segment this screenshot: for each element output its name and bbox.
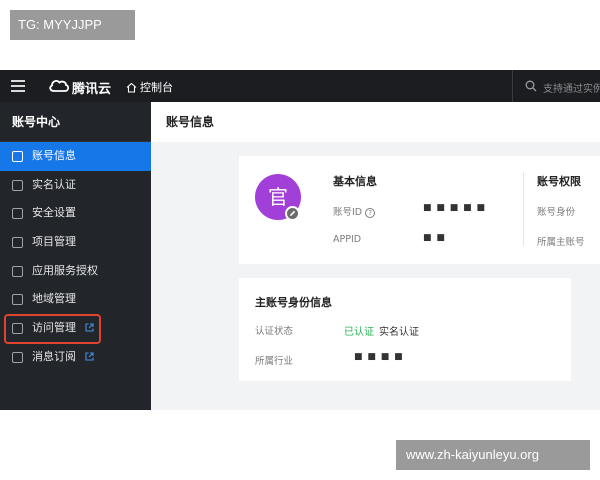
edit-avatar-icon[interactable] <box>285 206 300 221</box>
auth-status-badge: 已认证 <box>344 327 374 338</box>
sidebar-item-regions[interactable]: 地域管理 <box>0 285 151 314</box>
tencent-cloud-logo-icon[interactable] <box>48 76 70 96</box>
console-app: 腾讯云 控制台 支持通过实例 账号中心 账号信息 实名认证 安全设置 项目管理 … <box>0 70 600 410</box>
global-search[interactable]: 支持通过实例 <box>512 70 600 102</box>
sidebar-item-label: 安全设置 <box>32 206 76 220</box>
identity-info-title: 主账号身份信息 <box>255 296 332 309</box>
sidebar-item-message-subscription[interactable]: 消息订阅 <box>0 343 151 372</box>
hamburger-menu-icon[interactable] <box>11 80 25 92</box>
basic-info-card: 官 基本信息 账号ID? ■ ■ ■ ■ ■ APPID ■ ■ 账号权限 账号… <box>239 156 600 264</box>
home-icon <box>126 82 137 93</box>
sidebar-item-label: 项目管理 <box>32 235 76 249</box>
sidebar: 账号中心 账号信息 实名认证 安全设置 项目管理 应用服务授权 地域管理 访问管… <box>0 102 151 410</box>
brand-name[interactable]: 腾讯云 <box>72 78 111 97</box>
user-icon <box>12 151 23 162</box>
sidebar-title: 账号中心 <box>0 102 151 142</box>
basic-info-title: 基本信息 <box>333 175 377 188</box>
permissions-title: 账号权限 <box>537 175 581 188</box>
account-id-value: ■ ■ ■ ■ ■ <box>423 203 486 213</box>
account-id-label: 账号ID? <box>333 204 376 218</box>
industry-label: 所属行业 <box>255 356 294 367</box>
console-label: 控制台 <box>140 81 173 94</box>
bell-icon <box>12 351 23 363</box>
help-icon[interactable]: ? <box>365 208 376 218</box>
search-input[interactable]: 支持通过实例 <box>543 80 600 95</box>
sidebar-item-app-authorization[interactable]: 应用服务授权 <box>0 257 151 286</box>
map-icon <box>12 294 23 306</box>
layers-icon <box>12 265 23 277</box>
main-content: 账号信息 官 基本信息 账号ID? ■ ■ ■ ■ ■ APPID ■ ■ 账号… <box>151 102 600 410</box>
console-link[interactable]: 控制台 <box>126 79 173 95</box>
identity-info-card: 主账号身份信息 认证状态 已认证 实名认证 所属行业 ■ ■ ■ ■ <box>239 278 571 381</box>
auth-status-value[interactable]: 实名认证 <box>379 323 419 338</box>
sidebar-item-real-name-auth[interactable]: 实名认证 <box>0 171 151 200</box>
account-id-label-text: 账号ID <box>333 207 363 218</box>
sidebar-item-security[interactable]: 安全设置 <box>0 199 151 228</box>
sidebar-item-projects[interactable]: 项目管理 <box>0 228 151 257</box>
divider <box>523 172 524 246</box>
sidebar-item-label: 账号信息 <box>32 149 76 162</box>
external-link-icon <box>84 352 94 361</box>
page-title: 账号信息 <box>151 102 600 142</box>
owner-account-label: 所属主账号 <box>537 237 585 248</box>
auth-status-label: 认证状态 <box>255 326 294 337</box>
sidebar-item-label: 应用服务授权 <box>32 263 98 277</box>
sidebar-item-account-info[interactable]: 账号信息 <box>0 142 151 171</box>
shield-icon <box>12 208 23 220</box>
id-card-icon <box>12 179 23 191</box>
watermark-top-left: TG: MYYJJPP <box>10 10 135 40</box>
sidebar-item-label: 实名认证 <box>32 177 76 191</box>
sidebar-item-label: 消息订阅 <box>32 349 76 363</box>
top-bar: 腾讯云 控制台 支持通过实例 <box>0 70 600 102</box>
project-icon <box>12 237 23 249</box>
appid-label: APPID <box>333 234 362 245</box>
appid-value: ■ ■ <box>423 233 446 243</box>
screenshot-page: TG: MYYJJPP 腾讯云 控制台 支持通过实例 账号中心 账号信息 实名认… <box>0 0 600 480</box>
search-icon <box>525 80 537 92</box>
sidebar-item-label: 地域管理 <box>32 292 76 306</box>
watermark-bottom-right: www.zh-kaiyunleyu.org <box>396 440 590 470</box>
sidebar-item-access-management[interactable]: 访问管理 <box>0 314 151 345</box>
access-icon <box>12 323 23 335</box>
industry-value: ■ ■ ■ ■ <box>354 352 404 362</box>
account-identity-label: 账号身份 <box>537 207 576 218</box>
